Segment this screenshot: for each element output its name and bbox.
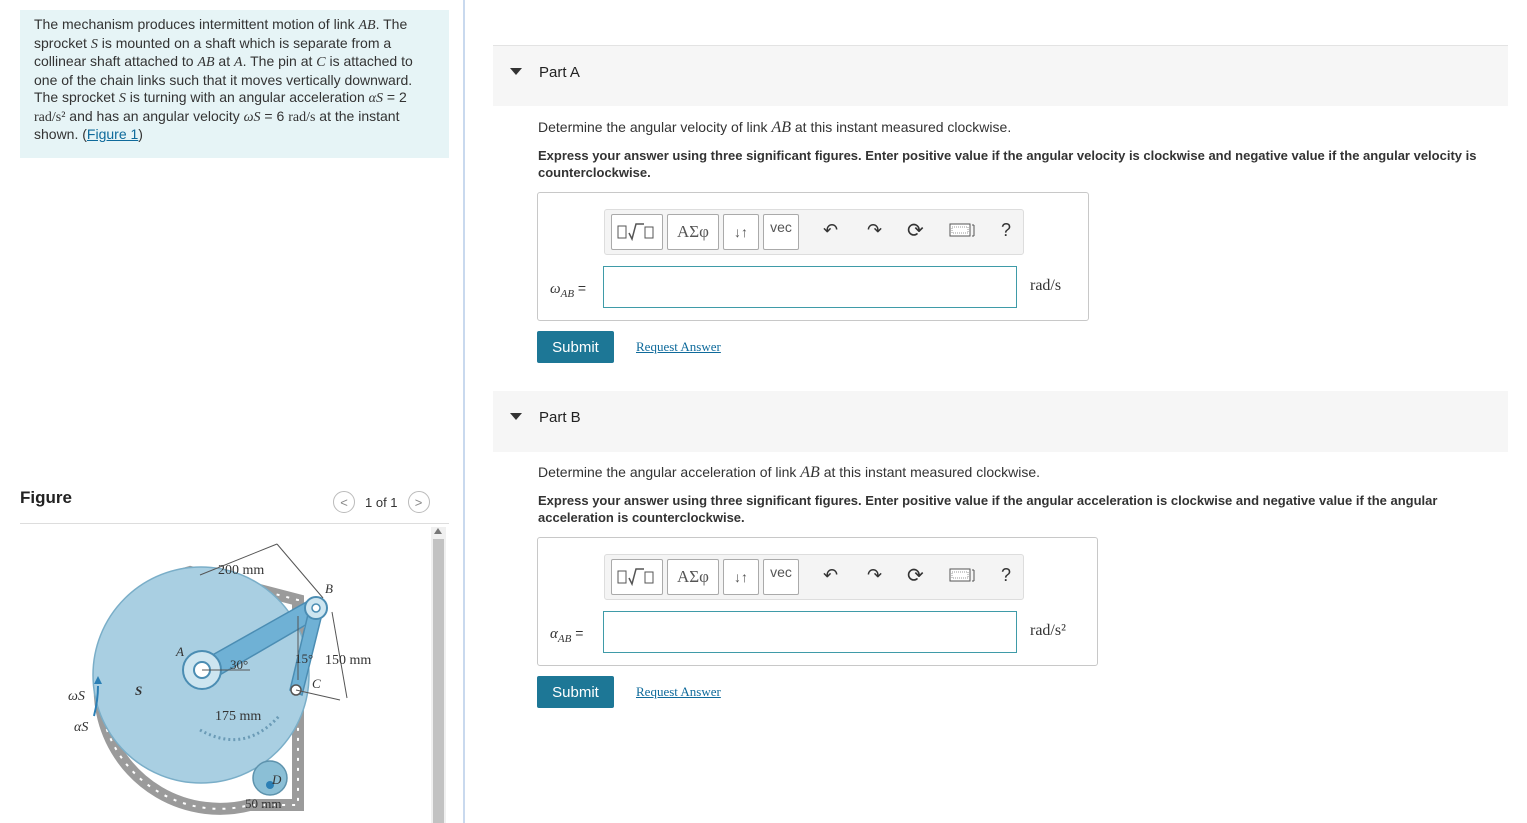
omega-ab-input[interactable]: [603, 266, 1017, 308]
part-b-answer-box: ΑΣφ ↓↑ vec ↶ ↷ ⟳ ? αAB = rad/s²: [537, 537, 1098, 666]
part-a-submit-button[interactable]: Submit: [537, 331, 614, 363]
part-b-header[interactable]: Part B: [493, 391, 1508, 452]
figure-scrollbar[interactable]: [431, 527, 446, 823]
label-a: A: [175, 644, 184, 659]
part-a-question: Determine the angular velocity of link A…: [538, 119, 1012, 136]
part-b-math-toolbar: ΑΣφ ↓↑ vec ↶ ↷ ⟳ ?: [604, 554, 1024, 600]
keyboard-icon[interactable]: [949, 222, 979, 243]
chevron-left-icon: <: [340, 494, 348, 510]
label-d: D: [271, 772, 282, 787]
templates-button[interactable]: [611, 214, 663, 250]
label-s: S: [135, 683, 142, 698]
part-a-math-toolbar: ΑΣφ ↓↑ vec ↶ ↷ ⟳ ?: [604, 209, 1024, 255]
redo-icon[interactable]: ↷: [867, 220, 882, 241]
figure-link[interactable]: Figure 1: [87, 126, 138, 142]
alpha-ab-label: αAB =: [550, 625, 584, 645]
arrows-button[interactable]: ↓↑: [723, 214, 759, 250]
part-a-instruction: Express your answer using three signific…: [538, 148, 1477, 180]
greek-button[interactable]: ΑΣφ: [667, 559, 719, 595]
part-a-unit: rad/s: [1030, 277, 1062, 294]
undo-icon[interactable]: ↶: [823, 220, 838, 241]
reset-icon[interactable]: ⟳: [907, 563, 924, 588]
part-a-title: Part A: [539, 64, 580, 81]
alpha-ab-input[interactable]: [603, 611, 1017, 653]
greek-button[interactable]: ΑΣφ: [667, 214, 719, 250]
part-b-instruction: Express your answer using three signific…: [538, 493, 1438, 525]
part-b-question: Determine the angular acceleration of li…: [538, 464, 1041, 481]
caret-down-icon: [510, 68, 522, 75]
label-175mm: 175 mm: [215, 709, 261, 724]
label-30deg: 30°: [230, 657, 248, 672]
figure-heading: Figure: [20, 488, 72, 507]
redo-icon[interactable]: ↷: [867, 565, 882, 586]
label-alpha-s: αS: [74, 720, 88, 735]
label-15deg: 15°: [295, 651, 313, 666]
part-b-title: Part B: [539, 409, 581, 426]
part-b-submit-button[interactable]: Submit: [537, 676, 614, 708]
scroll-up-icon[interactable]: [434, 528, 442, 534]
dim-ext-200: [276, 543, 324, 599]
figure-pager: < 1 of 1 >: [333, 491, 430, 513]
chevron-right-icon: >: [414, 494, 423, 510]
mechanism-figure: 200 mm B A 30° 15° 150 mm C S 175 mm D 5…: [68, 543, 371, 815]
part-a-request-answer-link[interactable]: Request Answer: [636, 339, 721, 355]
part-b-request-answer-link[interactable]: Request Answer: [636, 684, 721, 700]
label-150mm: 150 mm: [325, 653, 371, 668]
templates-button[interactable]: [611, 559, 663, 595]
vec-button[interactable]: vec: [763, 559, 799, 595]
label-50mm: 50 mm: [245, 796, 281, 811]
fraction-root-icon: [617, 568, 654, 587]
vec-button[interactable]: vec: [763, 214, 799, 250]
part-b-unit: rad/s²: [1030, 622, 1066, 639]
next-figure-button[interactable]: >: [407, 491, 430, 513]
pin-b-center: [311, 603, 321, 613]
figure-divider: [20, 523, 449, 524]
fraction-root-icon: [617, 223, 654, 242]
scroll-thumb[interactable]: [433, 539, 444, 823]
arrows-button[interactable]: ↓↑: [723, 559, 759, 595]
help-button[interactable]: ?: [1001, 565, 1011, 586]
panel-divider: [463, 0, 465, 823]
prev-figure-button[interactable]: <: [333, 491, 355, 513]
part-a-header[interactable]: Part A: [493, 45, 1508, 106]
gear-d: [252, 760, 288, 796]
problem-text: The mechanism produces intermittent moti…: [34, 16, 413, 142]
label-omega-s: ωS: [68, 689, 85, 704]
reset-icon[interactable]: ⟳: [907, 218, 924, 243]
label-200mm: 200 mm: [218, 563, 264, 578]
omega-ab-label: ωAB =: [550, 280, 587, 300]
help-button[interactable]: ?: [1001, 220, 1011, 241]
label-c: C: [312, 676, 321, 691]
part-a-answer-box: ΑΣφ ↓↑ vec ↶ ↷ ⟳ ? ωAB = rad/s: [537, 192, 1089, 321]
figure-page-count: 1 of 1: [365, 494, 398, 510]
keyboard-icon[interactable]: [949, 567, 979, 588]
problem-statement: The mechanism produces intermittent moti…: [20, 10, 449, 158]
label-b: B: [325, 581, 333, 596]
caret-down-icon: [510, 413, 522, 420]
undo-icon[interactable]: ↶: [823, 565, 838, 586]
